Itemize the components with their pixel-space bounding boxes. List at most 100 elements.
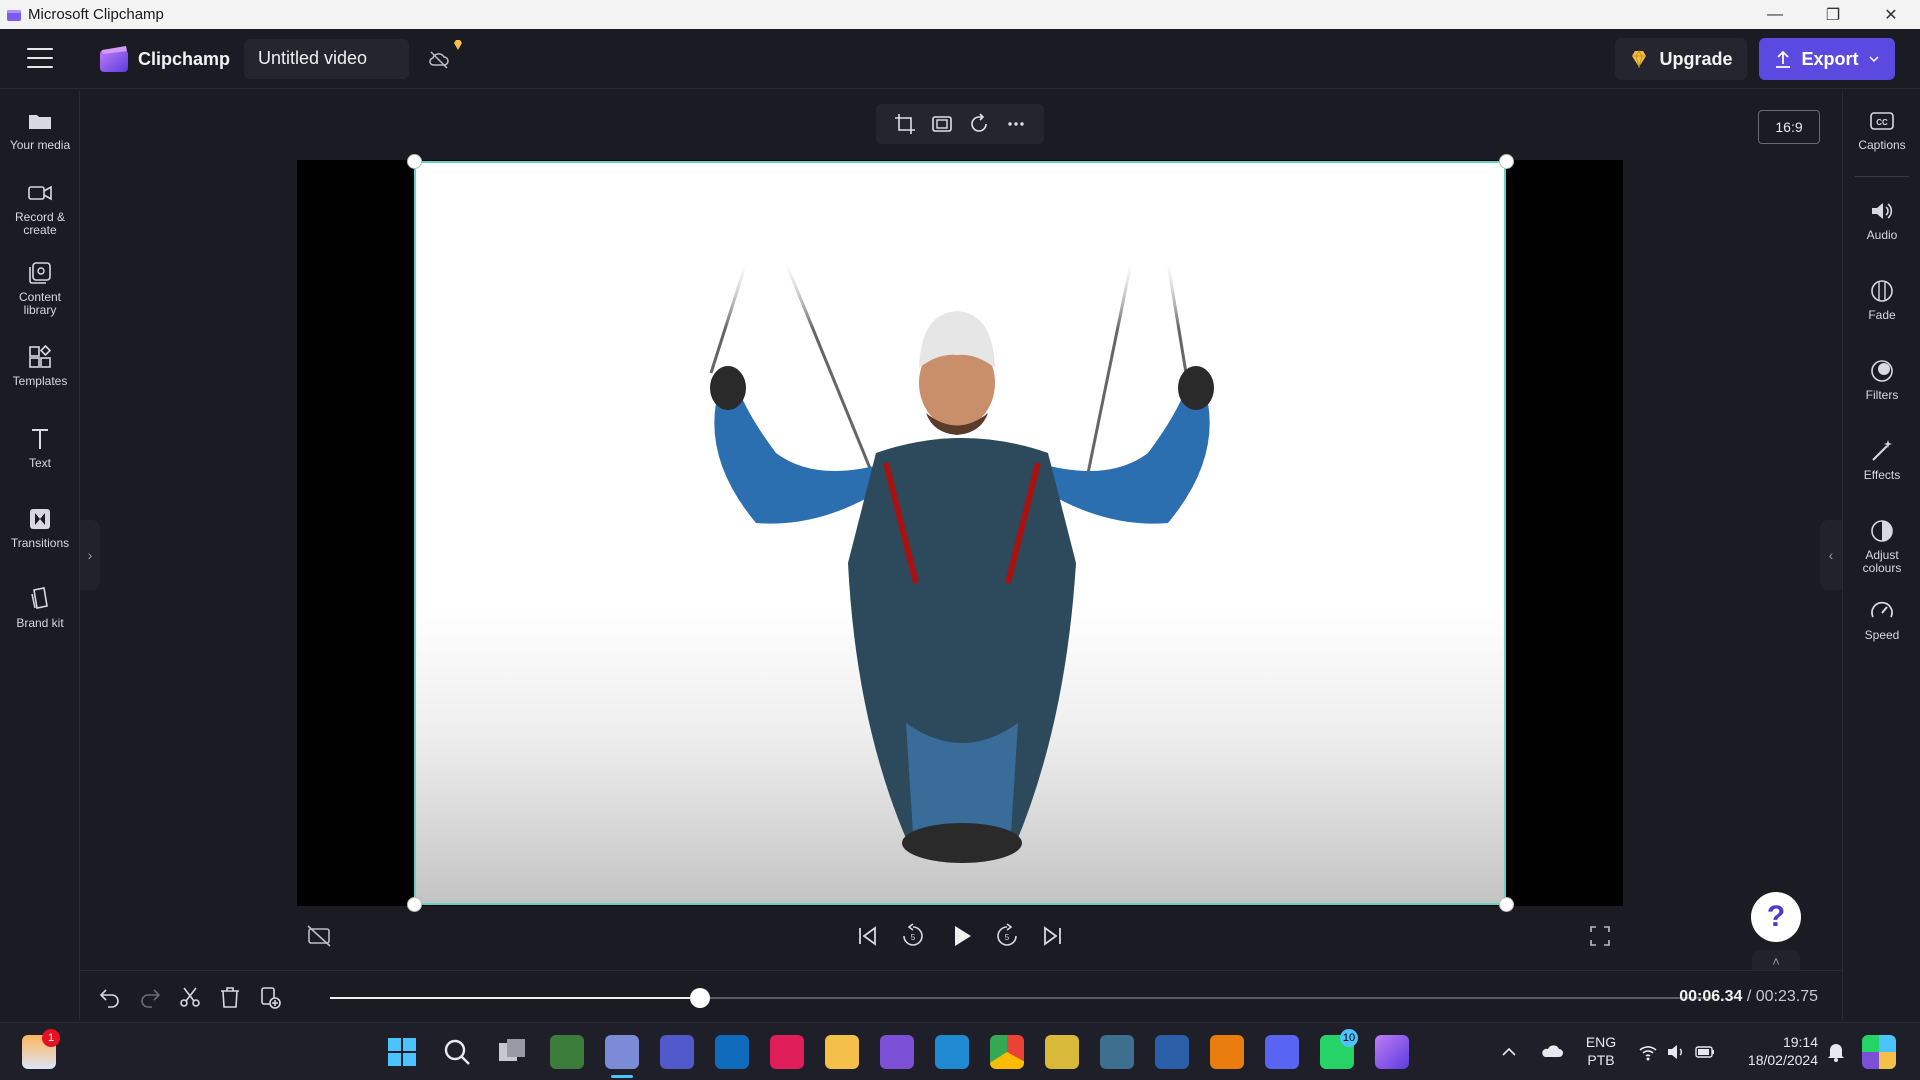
skip-to-start-icon[interactable] <box>853 922 881 950</box>
playhead-knob[interactable] <box>689 988 710 1008</box>
resize-handle-top-right[interactable] <box>1499 154 1514 169</box>
blender-icon[interactable] <box>1210 1035 1244 1069</box>
current-time: 00:06.34 <box>1679 988 1743 1005</box>
more-icon[interactable] <box>1005 113 1027 135</box>
code-app-icon[interactable] <box>1100 1035 1134 1069</box>
gimp-icon[interactable] <box>1045 1035 1079 1069</box>
windows-start-icon[interactable] <box>385 1035 419 1069</box>
clipchamp-taskbar-icon[interactable] <box>1375 1035 1409 1069</box>
nav-your-media[interactable]: Your media <box>0 108 80 152</box>
chevron-up-icon: ˄ <box>1772 953 1780 969</box>
resize-handle-top-left[interactable] <box>407 154 422 169</box>
battery-icon[interactable] <box>1694 1042 1716 1062</box>
vscode-icon[interactable] <box>935 1035 969 1069</box>
effects-wand-icon <box>1872 440 1892 461</box>
playhead-scrubber[interactable] <box>330 988 1715 1008</box>
language-line2: PTB <box>1587 1052 1615 1068</box>
nav-label: Content library <box>18 290 62 317</box>
nav-label: Audio <box>1866 228 1898 242</box>
resize-handle-bottom-left[interactable] <box>407 897 422 912</box>
window-controls: — ❐ ✕ <box>1746 0 1920 29</box>
visual-studio-icon[interactable] <box>880 1035 914 1069</box>
photos-app-icon[interactable] <box>550 1035 584 1069</box>
slack-icon[interactable] <box>770 1035 804 1069</box>
volume-icon[interactable] <box>1666 1042 1686 1062</box>
notification-bell-icon[interactable] <box>1826 1041 1846 1063</box>
diamond-icon <box>1632 50 1647 68</box>
camera-icon <box>28 185 52 201</box>
copilot-icon[interactable] <box>1862 1035 1896 1069</box>
search-icon[interactable] <box>440 1035 474 1069</box>
speaker-icon <box>1872 203 1893 219</box>
export-button[interactable]: Export <box>1759 38 1895 80</box>
rotate-icon[interactable] <box>968 113 990 135</box>
nav-brand-kit[interactable]: Brand kit <box>0 586 80 630</box>
fade-icon <box>1871 280 1893 302</box>
video-title-field[interactable]: Untitled video <box>244 39 409 79</box>
wifi-icon[interactable] <box>1638 1042 1658 1062</box>
powershell-icon[interactable] <box>1155 1035 1189 1069</box>
nav-templates[interactable]: Templates <box>0 344 80 388</box>
left-panel-expand-button[interactable]: › <box>80 520 100 590</box>
nav-fade[interactable]: Fade <box>1843 278 1920 322</box>
forward-5-icon[interactable]: 5 <box>993 922 1021 950</box>
nav-speed[interactable]: Speed <box>1843 598 1920 642</box>
fullscreen-icon[interactable] <box>1586 922 1614 950</box>
time-separator: / <box>1742 988 1756 1005</box>
outlook-icon[interactable] <box>715 1035 749 1069</box>
teams-icon[interactable] <box>660 1035 694 1069</box>
file-explorer-icon[interactable] <box>825 1035 859 1069</box>
snipping-tool-icon[interactable] <box>605 1035 639 1069</box>
nav-label: Transitions <box>10 536 70 550</box>
nav-record-create[interactable]: Record & create <box>0 180 80 237</box>
selected-clip[interactable] <box>414 161 1506 905</box>
text-icon <box>32 429 48 449</box>
resize-handle-bottom-right[interactable] <box>1499 897 1514 912</box>
nav-audio[interactable]: Audio <box>1843 198 1920 242</box>
hide-preview-icon[interactable] <box>305 922 333 950</box>
nav-label: Your media <box>9 138 71 152</box>
nav-label: Templates <box>12 374 68 388</box>
folder-icon <box>29 115 51 129</box>
restore-button[interactable]: ❐ <box>1804 0 1862 29</box>
captions-icon: CC <box>1870 112 1894 130</box>
skip-to-end-icon[interactable] <box>1039 922 1067 950</box>
play-icon[interactable] <box>947 922 975 950</box>
right-sidebar: CC Captions Audio Fade Filters Effects A… <box>1842 90 1920 1020</box>
close-button[interactable]: ✕ <box>1862 0 1920 29</box>
help-button[interactable]: ? <box>1751 892 1801 942</box>
hamburger-menu-icon[interactable] <box>27 48 53 68</box>
aspect-ratio-button[interactable]: 16:9 <box>1758 110 1820 144</box>
right-panel-expand-button[interactable]: ‹ <box>1820 520 1842 590</box>
rewind-5-icon[interactable]: 5 <box>899 922 927 950</box>
crop-icon[interactable] <box>894 113 916 135</box>
nav-content-library[interactable]: Content library <box>0 260 80 317</box>
minimize-button[interactable]: — <box>1746 0 1804 29</box>
paraglider-pilot-image <box>709 262 1214 863</box>
nav-label: Record & create <box>14 210 66 237</box>
cloud-off-icon[interactable] <box>428 49 450 71</box>
chrome-icon[interactable] <box>990 1035 1024 1069</box>
onedrive-icon[interactable] <box>1540 1041 1564 1061</box>
nav-text[interactable]: Text <box>0 426 80 470</box>
timeline-expand-button[interactable]: ˄ <box>1752 950 1800 972</box>
redo-icon[interactable] <box>138 985 162 1009</box>
split-scissors-icon[interactable] <box>178 985 202 1009</box>
nav-filters[interactable]: Filters <box>1843 358 1920 402</box>
duplicate-icon[interactable] <box>258 985 282 1009</box>
nav-adjust-colours[interactable]: Adjust colours <box>1843 518 1920 575</box>
nav-captions[interactable]: CC Captions <box>1843 108 1920 152</box>
language-indicator[interactable]: ENG PTB <box>1580 1033 1622 1069</box>
chevron-right-icon: › <box>87 547 93 563</box>
discord-icon[interactable] <box>1265 1035 1299 1069</box>
task-view-icon[interactable] <box>495 1035 529 1069</box>
undo-icon[interactable] <box>98 985 122 1009</box>
nav-effects[interactable]: Effects <box>1843 438 1920 482</box>
upgrade-button[interactable]: Upgrade <box>1615 38 1747 80</box>
language-line1: ENG <box>1585 1034 1617 1050</box>
delete-icon[interactable] <box>218 985 242 1009</box>
nav-transitions[interactable]: Transitions <box>0 506 80 550</box>
chevron-up-tray-icon[interactable] <box>1500 1043 1518 1061</box>
fit-icon[interactable] <box>931 113 953 135</box>
clock[interactable]: 19:14 18/02/2024 <box>1728 1033 1818 1069</box>
